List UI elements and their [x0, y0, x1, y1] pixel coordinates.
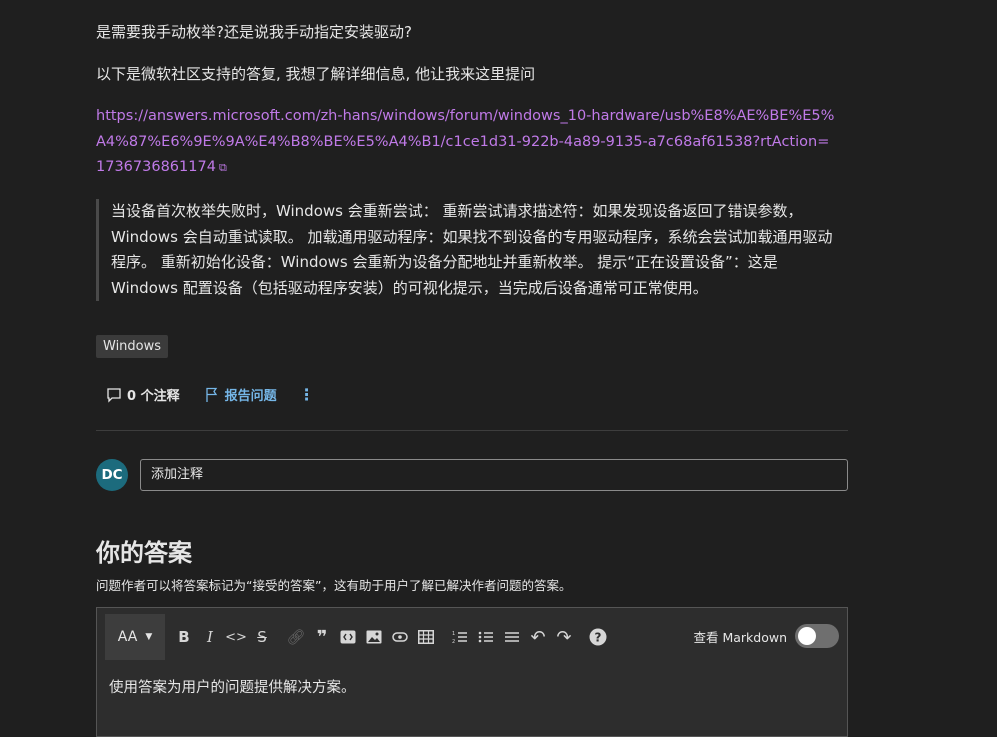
svg-text:2: 2	[452, 639, 455, 644]
external-link-icon: ⧉	[218, 161, 227, 174]
toggle-knob	[798, 627, 816, 645]
flag-icon	[205, 387, 217, 402]
embed-icon[interactable]	[387, 624, 413, 650]
markdown-toggle-label: 查看 Markdown	[693, 629, 787, 645]
svg-text:?: ?	[595, 631, 602, 645]
quote-icon[interactable]: ❞	[309, 624, 335, 650]
italic-icon[interactable]: I	[197, 624, 223, 650]
more-icon: ⋮	[298, 385, 315, 404]
chevron-down-icon: ▼	[145, 632, 153, 642]
strikethrough-icon[interactable]: S	[249, 624, 275, 650]
markdown-toggle[interactable]: 查看 Markdown	[693, 624, 839, 648]
comments-label: 0 个注释	[127, 389, 180, 404]
report-button[interactable]: 报告问题	[204, 385, 277, 404]
question-text-line2: 以下是微软社区支持的答复, 我想了解详细信息, 他让我来这里提问	[96, 65, 536, 83]
redo-icon[interactable]: ↷	[551, 624, 577, 650]
link-icon[interactable]: 🔗︎	[283, 624, 309, 650]
tag-windows[interactable]: Windows	[96, 335, 169, 358]
comment-icon	[107, 387, 121, 403]
your-answer-help: 问题作者可以将答案标记为“接受的答案”，这有助于用户了解已解决作者问题的答案。	[96, 578, 572, 593]
comments-button[interactable]: 0 个注释	[106, 385, 180, 404]
answer-textarea[interactable]: 使用答案为用户的问题提供解决方案。	[109, 676, 356, 697]
code-icon[interactable]: <>	[223, 624, 249, 650]
avatar: DC	[96, 459, 128, 491]
code-block-icon[interactable]	[335, 624, 361, 650]
blockquote: 当设备首次枚举失败时，Windows 会重新尝试： 重新尝试请求描述符：如果发现…	[96, 199, 847, 301]
answer-editor: AA ▼ B I <> S 🔗︎ ❞ 12 ↶ ↷ ? 查看 Markdown …	[96, 607, 848, 737]
help-icon[interactable]: ?	[585, 624, 611, 650]
svg-text:1: 1	[452, 631, 455, 637]
image-icon[interactable]	[361, 624, 387, 650]
numbered-list-icon[interactable]: 12	[447, 624, 473, 650]
your-answer-heading: 你的答案	[96, 539, 192, 567]
external-link[interactable]: https://answers.microsoft.com/zh-hans/wi…	[96, 104, 836, 181]
report-label: 报告问题	[224, 389, 277, 404]
bullet-list-icon[interactable]	[473, 624, 499, 650]
divider	[96, 430, 848, 431]
toggle-switch[interactable]	[795, 624, 839, 648]
add-comment-input[interactable]: 添加注释	[140, 459, 848, 491]
more-options-button[interactable]: ⋮	[299, 385, 315, 404]
editor-toolbar: AA ▼ B I <> S 🔗︎ ❞ 12 ↶ ↷ ? 查看 Markdown	[105, 614, 839, 660]
question-actions: 0 个注释 报告问题 ⋮	[106, 385, 339, 404]
table-icon[interactable]	[413, 624, 439, 650]
text-style-label: AA	[117, 629, 138, 645]
bold-icon[interactable]: B	[171, 624, 197, 650]
horizontal-rule-icon[interactable]	[499, 624, 525, 650]
question-text-line1: 是需要我手动枚举?还是说我手动指定安装驱动?	[96, 23, 412, 41]
text-style-dropdown[interactable]: AA ▼	[105, 614, 165, 660]
link-text[interactable]: https://answers.microsoft.com/zh-hans/wi…	[96, 108, 834, 175]
undo-icon[interactable]: ↶	[525, 624, 551, 650]
